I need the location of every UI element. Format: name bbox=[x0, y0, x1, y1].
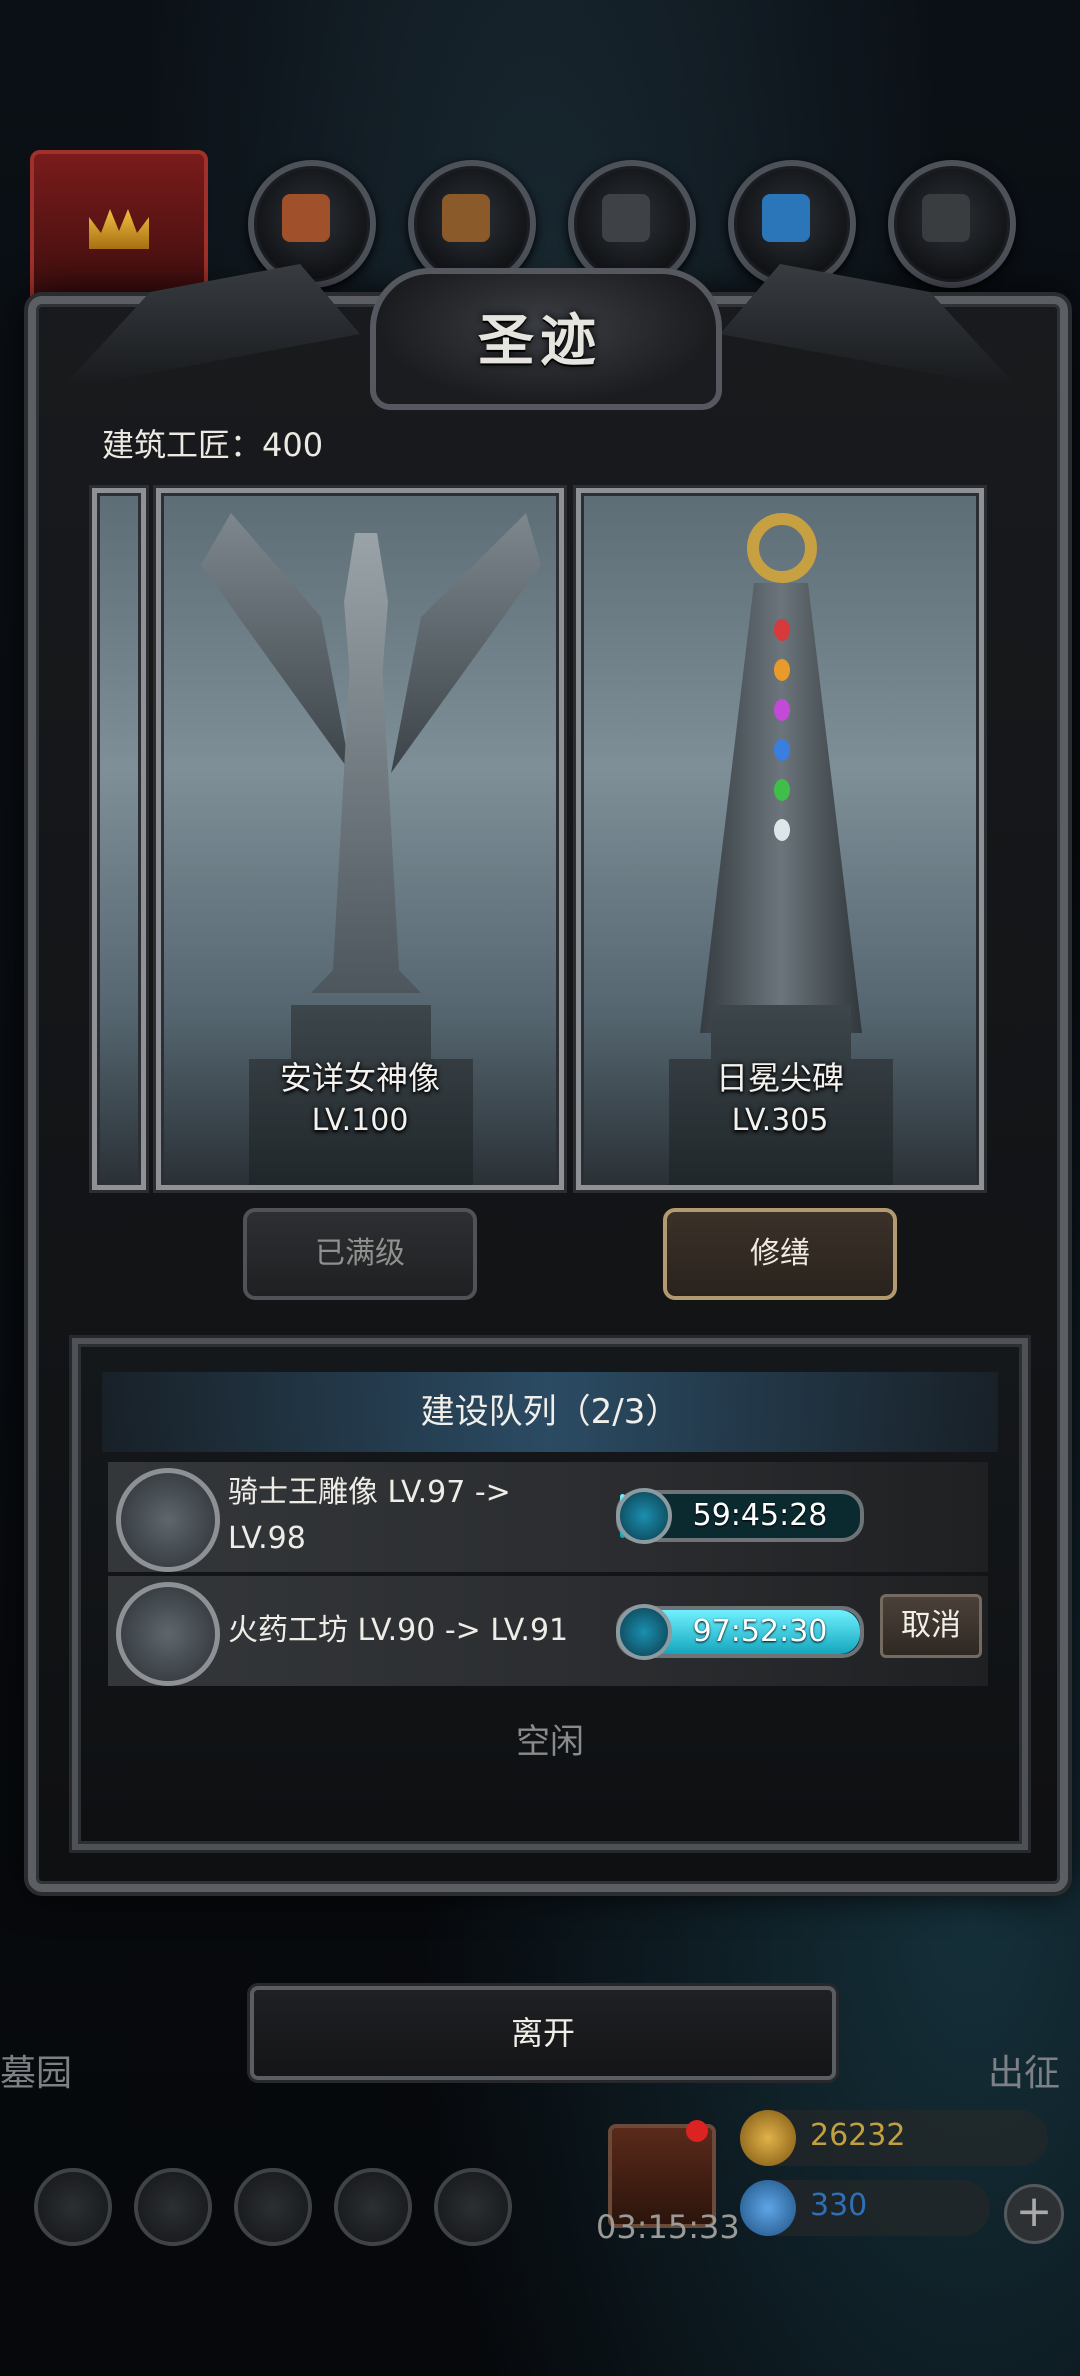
gem-blue bbox=[774, 739, 790, 761]
gem-icon bbox=[740, 2180, 796, 2236]
gem-value: 330 bbox=[810, 2188, 868, 2223]
progress-timer: 59:45:28 bbox=[616, 1488, 864, 1544]
queue-row[interactable]: 骑士王雕像 LV.97 -> LV.98 59:45:28 bbox=[108, 1462, 988, 1572]
card-name: 日冕尖碑 bbox=[715, 1059, 844, 1097]
card-name: 安详女神像 bbox=[279, 1059, 440, 1097]
gold-value: 26232 bbox=[810, 2118, 906, 2153]
statue-wing-right bbox=[391, 513, 541, 773]
goddess-statue-image bbox=[311, 533, 421, 993]
timer-text: 59:45:28 bbox=[692, 1498, 828, 1533]
meat-resource-icon[interactable] bbox=[248, 160, 376, 288]
card-level: LV.100 bbox=[311, 1103, 409, 1138]
gem-purple bbox=[774, 699, 790, 721]
gem-green bbox=[774, 779, 790, 801]
repair-button[interactable]: 修缮 bbox=[663, 1208, 897, 1300]
cancel-button[interactable]: 取消 bbox=[880, 1594, 982, 1658]
card-sun-obelisk[interactable]: 日冕尖碑 LV.305 bbox=[576, 488, 984, 1190]
alliance-icon[interactable] bbox=[434, 2168, 512, 2246]
gold-counter[interactable]: 26232 bbox=[740, 2110, 1048, 2166]
builders-count: 建筑工匠：400 bbox=[102, 426, 324, 464]
queue-item-text: 火药工坊 LV.90 -> LV.91 bbox=[228, 1613, 569, 1648]
gem-orange bbox=[774, 659, 790, 681]
queue-title: 建设队列（2/3） bbox=[420, 1392, 680, 1432]
dialog-title: 圣迹 bbox=[478, 309, 602, 374]
queue-item-text: 骑士王雕像 LV.97 -> LV.98 bbox=[228, 1475, 511, 1556]
gem-red bbox=[774, 619, 790, 641]
book-icon[interactable] bbox=[234, 2168, 312, 2246]
gem-counter[interactable]: 330 bbox=[740, 2180, 990, 2236]
timer-text: 97:52:30 bbox=[692, 1614, 828, 1649]
idle-slot[interactable]: 空闲 bbox=[78, 1714, 1022, 1763]
mail-icon[interactable] bbox=[334, 2168, 412, 2246]
knight-statue-avatar bbox=[116, 1468, 220, 1572]
maxed-level-button: 已满级 bbox=[243, 1208, 477, 1300]
iron-resource-icon[interactable] bbox=[888, 160, 1016, 288]
add-gems-button[interactable]: + bbox=[1004, 2184, 1064, 2244]
card-goddess-statue[interactable]: 安详女神像 LV.100 bbox=[156, 488, 564, 1190]
card-partial-left[interactable] bbox=[92, 488, 146, 1190]
achievement-icon[interactable] bbox=[134, 2168, 212, 2246]
gift-timer: 03:15:33 bbox=[596, 2208, 740, 2246]
queue-row[interactable]: 火药工坊 LV.90 -> LV.91 97:52:30 取消 bbox=[108, 1576, 988, 1686]
obelisk-image bbox=[700, 583, 862, 1033]
gold-coin-icon bbox=[740, 2110, 796, 2166]
card-level: LV.305 bbox=[731, 1103, 829, 1138]
progress-timer: 97:52:30 bbox=[616, 1604, 864, 1660]
gunpowder-workshop-avatar bbox=[116, 1582, 220, 1686]
settings-icon[interactable] bbox=[34, 2168, 112, 2246]
sun-ring bbox=[747, 513, 817, 583]
build-queue-panel: 建设队列（2/3） 骑士王雕像 LV.97 -> LV.98 59:45:28 … bbox=[72, 1338, 1028, 1850]
leave-button[interactable]: 离开 bbox=[250, 1986, 836, 2080]
statue-wing-left bbox=[201, 513, 351, 773]
march-label[interactable]: 出征 bbox=[988, 2044, 1060, 2096]
cemetery-label[interactable]: 墓园 bbox=[0, 2044, 72, 2096]
crown-icon[interactable] bbox=[30, 150, 208, 308]
notification-dot bbox=[686, 2120, 708, 2142]
gem-white bbox=[774, 819, 790, 841]
